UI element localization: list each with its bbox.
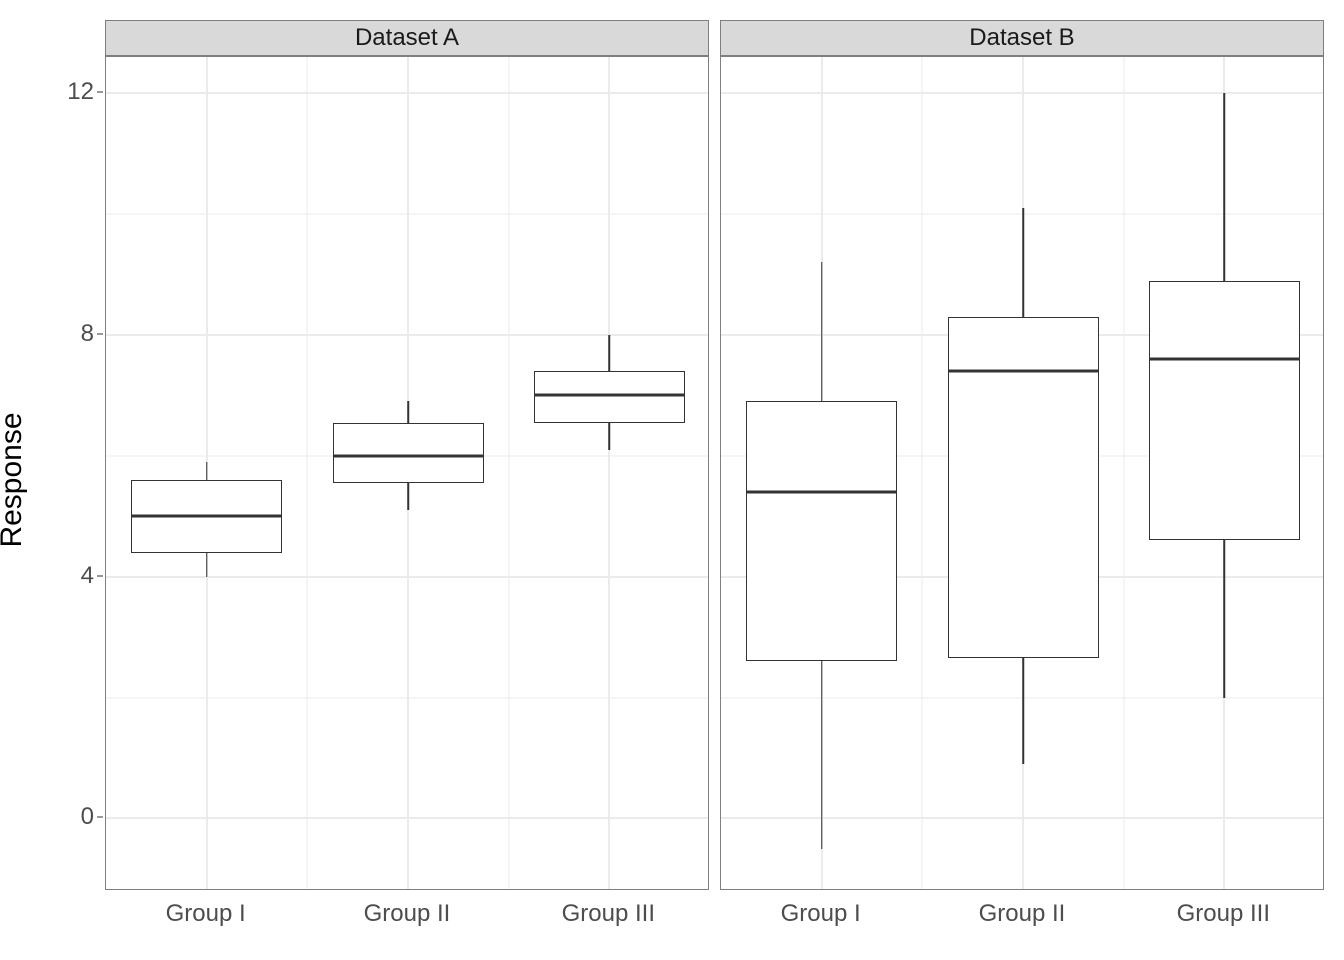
y-tick-mark bbox=[97, 92, 103, 93]
grid-line-minor bbox=[1123, 57, 1124, 889]
box bbox=[1149, 281, 1300, 541]
whisker bbox=[206, 553, 208, 577]
median-line bbox=[131, 515, 282, 518]
facet-strip-b: Dataset B bbox=[720, 20, 1324, 56]
x-tick-label: Group III bbox=[562, 900, 655, 928]
chart-container: Response 0 4 8 12 Dataset A Dataset B Group… bbox=[0, 0, 1344, 960]
y-tick-mark bbox=[97, 334, 103, 335]
x-tick-label: Group I bbox=[781, 900, 861, 928]
median-line bbox=[1149, 358, 1300, 361]
grid-line-minor bbox=[922, 57, 923, 889]
whisker bbox=[407, 401, 409, 422]
median-line bbox=[534, 394, 685, 397]
median-line bbox=[948, 370, 1099, 373]
whisker bbox=[1224, 93, 1226, 280]
box bbox=[534, 371, 685, 422]
grid-line bbox=[608, 57, 610, 889]
facet-label-b: Dataset B bbox=[969, 24, 1074, 52]
box bbox=[948, 317, 1099, 658]
panel-dataset-b bbox=[720, 56, 1324, 890]
x-tick-label: Group II bbox=[979, 900, 1066, 928]
box bbox=[746, 401, 897, 661]
whisker bbox=[407, 483, 409, 510]
y-axis-title: Response bbox=[0, 412, 29, 547]
whisker bbox=[1022, 658, 1024, 764]
y-tick-label: 8 bbox=[54, 320, 94, 348]
y-tick-label: 12 bbox=[54, 78, 94, 106]
whisker bbox=[821, 262, 823, 401]
median-line bbox=[333, 454, 484, 457]
median-line bbox=[746, 491, 897, 494]
grid-line-minor bbox=[307, 57, 308, 889]
x-tick-label: Group III bbox=[1177, 900, 1270, 928]
whisker bbox=[821, 661, 823, 848]
y-tick-mark bbox=[97, 575, 103, 576]
grid-line-minor bbox=[508, 57, 509, 889]
whisker bbox=[1224, 540, 1226, 697]
whisker bbox=[609, 423, 611, 450]
y-tick-label: 4 bbox=[54, 562, 94, 590]
whisker bbox=[609, 335, 611, 371]
y-tick-mark bbox=[97, 817, 103, 818]
y-tick-label: 0 bbox=[54, 803, 94, 831]
facet-label-a: Dataset A bbox=[355, 24, 459, 52]
x-tick-label: Group II bbox=[364, 900, 451, 928]
facet-strip-a: Dataset A bbox=[105, 20, 709, 56]
whisker bbox=[206, 462, 208, 480]
x-tick-label: Group I bbox=[166, 900, 246, 928]
box bbox=[333, 423, 484, 483]
panel-dataset-a bbox=[105, 56, 709, 890]
whisker bbox=[1022, 208, 1024, 317]
